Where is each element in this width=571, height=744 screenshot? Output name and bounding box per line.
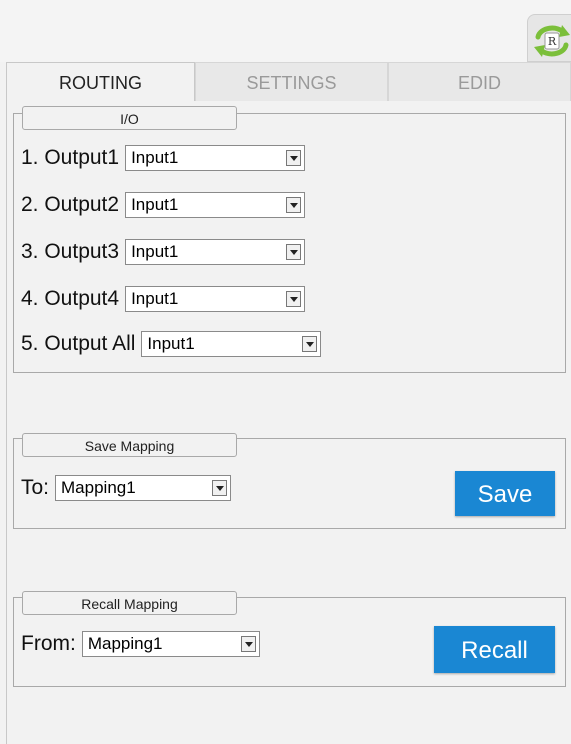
save-mapping-select[interactable]: Mapping1 [55,475,232,501]
output-all-row: 5. Output All Input1 [21,329,322,359]
output1-label: 1. Output1 [21,146,120,169]
io-legend: I/O [22,106,237,130]
routing-panel: I/O 1. Output1 Input1 2. Output2 Input1 … [6,101,571,744]
output-all-value: Input1 [147,334,195,353]
tab-routing[interactable]: ROUTING [6,62,195,102]
output2-value: Input1 [131,195,179,214]
save-mapping-legend: Save Mapping [22,433,237,457]
output2-select[interactable]: Input1 [125,192,306,218]
chevron-down-icon[interactable] [212,480,228,496]
output2-row: 2. Output2 Input1 [21,190,306,220]
recall-mapping-select[interactable]: Mapping1 [81,631,260,657]
output4-select[interactable]: Input1 [125,286,306,312]
recall-button[interactable]: Recall [434,626,555,673]
chevron-down-icon[interactable] [286,291,302,307]
output1-row: 1. Output1 Input1 [21,143,306,173]
chevron-down-icon[interactable] [286,150,302,166]
output3-value: Input1 [131,242,179,261]
save-mapping-row: To: Mapping1 [21,473,232,503]
output4-label: 4. Output4 [21,287,120,310]
output1-value: Input1 [131,148,179,167]
save-mapping-value: Mapping1 [61,478,136,497]
output1-select[interactable]: Input1 [125,145,306,171]
output2-label: 2. Output2 [21,193,120,216]
recall-from-label: From: [21,632,76,655]
output3-select[interactable]: Input1 [125,239,306,265]
output4-value: Input1 [131,289,179,308]
refresh-icon: R [534,25,570,57]
chevron-down-icon[interactable] [302,336,318,352]
refresh-label: R [548,35,557,48]
output-all-select[interactable]: Input1 [141,331,322,357]
output4-row: 4. Output4 Input1 [21,284,306,314]
tab-edid[interactable]: EDID [388,62,571,102]
output3-row: 3. Output3 Input1 [21,237,306,267]
top-bar: R [0,0,571,62]
recall-mapping-row: From: Mapping1 [21,629,260,659]
tab-settings[interactable]: SETTINGS [195,62,388,102]
recall-mapping-legend: Recall Mapping [22,591,237,615]
output-all-label: 5. Output All [21,332,136,355]
refresh-button[interactable]: R [527,14,571,62]
recall-mapping-value: Mapping1 [87,634,163,653]
save-button[interactable]: Save [455,471,555,516]
chevron-down-icon[interactable] [240,636,256,652]
tab-bar: ROUTING SETTINGS EDID [6,62,571,102]
chevron-down-icon[interactable] [286,197,302,213]
chevron-down-icon[interactable] [286,244,302,260]
output3-label: 3. Output3 [21,240,120,263]
save-to-label: To: [21,476,50,499]
